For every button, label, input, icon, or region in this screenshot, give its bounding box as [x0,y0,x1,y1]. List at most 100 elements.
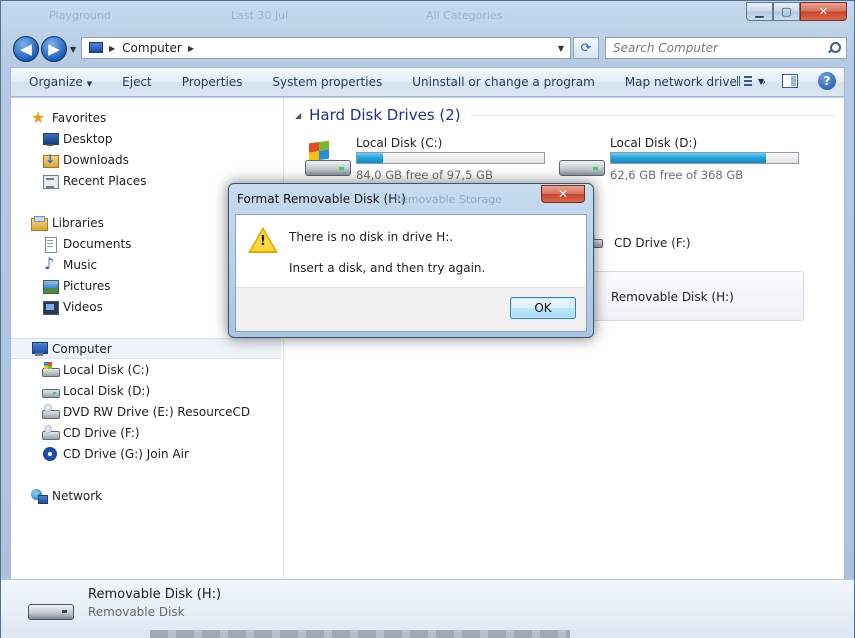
drive-body-icon [305,160,351,176]
drive-usage-bar [610,152,799,164]
videos-icon [42,299,59,315]
drive-name: Removable Disk (H:) [611,290,734,304]
sidebar-item-label: Computer [52,341,112,356]
drive-tile-removable-h[interactable]: Removable Disk (H:) [572,271,804,321]
computer-icon [87,42,103,54]
sidebar-item-computer[interactable]: Computer [11,338,281,359]
dvd-drive-icon [42,403,60,420]
back-button[interactable]: ◀ [13,36,39,62]
properties-button[interactable]: Properties [167,75,258,89]
ghost-title: All Categories [426,9,503,22]
forward-button[interactable]: ▶ [41,36,67,62]
refresh-button[interactable]: ⟳ [573,37,599,59]
help-icon[interactable]: ? [818,72,836,90]
libraries-icon [31,215,48,231]
ghost-title: Playground [49,9,111,22]
sidebar-item-label: CD Drive (F:) [63,425,140,440]
drive-free-space: 62,6 GB free of 368 GB [610,168,744,182]
chevron-down-icon: ▼ [86,80,93,88]
change-view-icon[interactable] [736,74,754,88]
document-icon [42,236,58,253]
star-icon [31,108,47,127]
minimize-button[interactable]: ▁ [746,2,773,21]
navigation-pane: Favorites Desktop Downloads Recent Place… [11,98,284,579]
sidebar-item-local-disk-d[interactable]: Local Disk (D:) [11,380,281,401]
command-bar: Organize ▼ Eject Properties System proper… [10,67,845,97]
hard-disk-icon [42,383,60,399]
recent-pages-dropdown[interactable]: ▼ [70,45,76,54]
ghost-title: Last 30 Jul [231,9,289,22]
details-item-name: Removable Disk (H:) [88,587,222,602]
dialog-instruction: Insert a disk, and then try again. [289,261,486,275]
navigation-bar: ◀ ▶ ▼ ▶ Computer ▶ ▼ ⟳ Search Computer [1,33,854,63]
system-disk-icon [42,361,60,378]
maximize-button[interactable]: ▢ [773,2,800,21]
search-input[interactable]: Search Computer [605,37,847,59]
map-network-drive-button[interactable]: Map network drive [610,75,752,89]
dialog-footer: OK [236,287,586,331]
sidebar-item-label: Network [52,488,103,503]
background-taskbar-strip [150,630,570,638]
view-options-dropdown[interactable]: ▼ [758,77,764,86]
preview-pane-icon[interactable] [782,74,798,88]
group-title: Hard Disk Drives (2) [309,106,461,124]
drive-name: Local Disk (C:) [356,136,443,150]
content-area: Favorites Desktop Downloads Recent Place… [10,98,845,579]
search-icon[interactable] [827,41,841,55]
title-bar[interactable]: Playground Last 30 Jul All Categories ▁ … [1,1,854,31]
sidebar-item-label: Music [63,257,98,272]
organize-button[interactable]: Organize ▼ [11,75,107,89]
drive-name: Local Disk (D:) [610,136,698,150]
sidebar-item-network[interactable]: Network [11,485,281,506]
sidebar-item-label: Local Disk (C:) [63,362,150,377]
forward-arrow-icon: ▶ [48,40,60,58]
desktop-icon [42,131,59,147]
breadcrumb-chevron-icon[interactable]: ▶ [109,44,115,53]
search-placeholder: Search Computer [613,41,718,55]
drive-name: CD Drive (F:) [614,236,691,250]
ok-button[interactable]: OK [510,297,576,319]
sidebar-item-dvd-drive-e[interactable]: DVD RW Drive (E:) ResourceCD [11,401,281,422]
sidebar-item-label: Pictures [63,278,111,293]
hard-drive-icon [557,142,607,178]
sidebar-item-label: Desktop [63,131,113,146]
close-button[interactable]: ✕ [800,2,847,21]
windows-logo-icon [309,140,329,162]
network-icon [31,488,48,504]
sidebar-item-downloads[interactable]: Downloads [11,149,281,170]
back-arrow-icon: ◀ [20,40,32,58]
drive-tile-d[interactable]: Local Disk (D:) 62,6 GB free of 368 GB [557,132,807,192]
close-icon: ✕ [557,187,569,201]
sidebar-item-cd-drive-f[interactable]: CD Drive (F:) [11,422,281,443]
system-properties-button[interactable]: System properties [257,75,397,89]
dialog-message: There is no disk in drive H:. [289,230,454,244]
collapse-triangle-icon[interactable]: ◢ [295,111,301,120]
sidebar-item-label: Videos [63,299,103,314]
eject-button[interactable]: Eject [107,75,167,89]
sidebar-item-favorites[interactable]: Favorites [11,107,281,128]
sidebar-item-desktop[interactable]: Desktop [11,128,281,149]
uninstall-program-button[interactable]: Uninstall or change a program [397,75,610,89]
dialog-close-button[interactable]: ✕ [541,185,585,203]
drive-usage-bar [356,152,545,164]
drive-tile-cd-f[interactable]: CD Drive (F:) [585,233,691,253]
address-bar[interactable]: ▶ Computer ▶ ▼ [81,37,571,59]
removable-disk-icon [28,604,74,620]
breadcrumb-chevron-icon[interactable]: ▶ [188,44,194,53]
sidebar-item-local-disk-c[interactable]: Local Disk (C:) [11,359,281,380]
breadcrumb-computer[interactable]: Computer [122,41,182,55]
sidebar-item-label: Favorites [52,110,107,125]
sidebar-item-label: Local Disk (D:) [63,383,151,398]
refresh-icon: ⟳ [580,40,592,56]
sidebar-item-cd-drive-g[interactable]: CD Drive (G:) Join Air [11,443,281,464]
address-history-dropdown[interactable]: ▼ [558,44,564,53]
hard-disk-group-header[interactable]: ◢ Hard Disk Drives (2) [295,106,835,124]
dialog-ghost-text: Removable Storage [394,193,502,206]
sidebar-item-label: Recent Places [63,173,147,188]
sidebar-item-label: Documents [63,236,132,251]
warning-exclamation-icon: ! [260,234,266,249]
sidebar-item-label: CD Drive (G:) Join Air [63,446,189,461]
pictures-icon [42,278,59,294]
organize-label: Organize [29,75,83,89]
computer-icon [31,341,48,357]
